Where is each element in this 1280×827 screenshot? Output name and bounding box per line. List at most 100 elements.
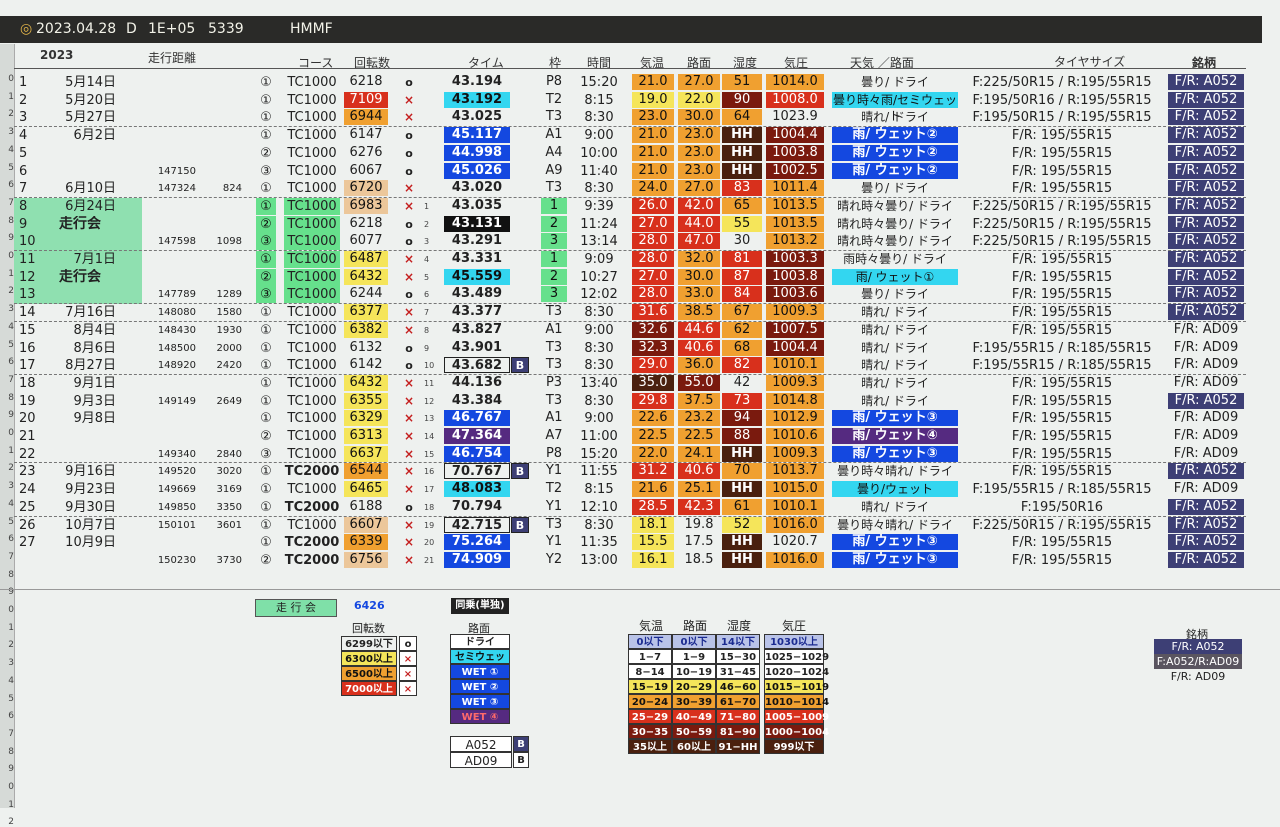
brand: F/R: A052	[1168, 534, 1244, 551]
table-row[interactable]: 3 5月27日 ① TC1000 6944 × 43.025 T3 8:30 23.0 30.0 64…	[14, 109, 1264, 127]
session-number: ①	[260, 393, 272, 409]
table-row[interactable]: 26 10月7日 150101 3601 ① TC1000 6607 × 19 42.715 B T3…	[14, 516, 1264, 535]
row-number: 5	[8, 516, 14, 527]
start-time: 8:30	[584, 358, 614, 374]
table-row[interactable]: 11 7月1日 ① TC1000 6487 × 4 43.331 1 9:09 28.0 32.0 81…	[14, 251, 1264, 269]
brand: F/R: AD09	[1173, 481, 1239, 497]
run-index	[424, 145, 440, 162]
run-date: 8月27日	[65, 358, 116, 374]
run-number: 4	[19, 128, 28, 144]
odometer	[150, 92, 196, 109]
run-index	[424, 127, 440, 144]
table-row[interactable]: 16 8月6日 148500 2000 ① TC1000 6132 o 9 43.901 T3 8:3…	[14, 339, 1264, 358]
humidity: HH	[722, 127, 762, 144]
table-row[interactable]: 19 9月3日 149149 2649 ① TC1000 6355 × 12 43.384 T3 8:…	[14, 392, 1264, 411]
temperature: 21.0	[632, 162, 674, 179]
distance-delta	[210, 127, 242, 144]
table-row[interactable]: 22 149340 2840 ③ TC1000 6637 × 15 46.754 P8 15:20 2…	[14, 445, 1264, 464]
table-row[interactable]: 2 5月20日 ① TC1000 7109 × 43.192 T2 8:15 19.0 22.0 90…	[14, 91, 1264, 123]
table-row[interactable]: 24 9月23日 149669 3169 ① TC1000 6465 × 17 48.083 T2 8…	[14, 481, 1264, 499]
row-number: 8	[8, 392, 14, 403]
row-number: 0	[8, 428, 14, 438]
lap-time: 43.682	[444, 357, 510, 374]
rpm: 7109	[344, 91, 388, 108]
session-number: ①	[260, 517, 272, 533]
table-row[interactable]: 18 9月1日 ① TC1000 6432 × 11 44.136 P3 13:40 35.0 55.…	[14, 374, 1264, 393]
condition-legend-cell: 0以下	[628, 634, 672, 649]
condition-legend-cell: 1−7	[628, 649, 672, 664]
table-row[interactable]: 25 9月30日 149850 3350 ① TC2000 6188 o 18 70.794 Y1 1…	[14, 498, 1264, 517]
lap-time: 45.117	[444, 127, 510, 144]
rpm: 6382	[344, 321, 388, 338]
run-index	[424, 163, 440, 180]
table-row[interactable]: 13 147789 1289 ③ TC1000 6244 o 6 43.489 3 12:02 28.…	[14, 286, 1264, 304]
table-row[interactable]: 9 走行会 ② TC1000 6218 o 2 43.131 2 11:24 27.0 44.0 55 1…	[14, 215, 1264, 234]
run-number: 13	[19, 287, 36, 303]
table-row[interactable]: 27 10月9日 ① TC2000 6339 × 20 75.264 Y1 11:35 15.5 17…	[14, 534, 1264, 552]
rpm: 6720	[344, 180, 388, 197]
weather-road: 曇り時々晴れ/ ドライ	[837, 517, 953, 532]
run-date: 10月9日	[65, 535, 116, 551]
lap-time: 44.136	[451, 374, 503, 390]
table-row[interactable]: 20 9月8日 ① TC1000 6329 × 13 46.767 A1 9:00 22.6 23.2…	[14, 410, 1264, 428]
table-row[interactable]: 10 147598 1098 ③ TC1000 6077 o 3 43.291 3 13:14 28.…	[14, 233, 1264, 251]
run-date	[44, 552, 116, 569]
table-row[interactable]: 14 7月16日 148080 1580 ① TC1000 6377 × 7 43.377 T3 8:…	[14, 304, 1264, 322]
weather-road: 晴れ/ ドライ	[861, 110, 929, 125]
distance-delta	[210, 109, 242, 126]
table-row[interactable]: 7 6月10日 147324 824 ① TC1000 6720 × 43.020 T3 8:30 2…	[14, 180, 1264, 198]
table-row[interactable]: 15 8月4日 148430 1930 ① TC1000 6382 × 8 43.827 A1 9:0…	[14, 321, 1264, 340]
table-row[interactable]: 21 ② TC1000 6313 × 14 47.364 A7 11:00 22.5 22.5 88 1…	[14, 428, 1264, 446]
condition-legend-cell: 1000−1004	[764, 724, 829, 739]
brand: F/R: A052	[1168, 251, 1244, 267]
distance-delta	[210, 534, 242, 551]
weather-road: 雨/ ウェット③	[832, 551, 958, 568]
ng-mark: ×	[399, 651, 417, 666]
course: TC2000	[284, 535, 340, 551]
condition-legend-cell: 35以上	[628, 739, 672, 754]
table-row[interactable]: 8 6月24日 ① TC1000 6983 × 1 43.035 1 9:39 26.0 42.0 65…	[14, 197, 1264, 216]
header-year: 2023	[40, 48, 74, 62]
ng-mark: ×	[403, 110, 415, 125]
odometer	[150, 74, 196, 91]
run-date: 5月27日	[65, 110, 116, 126]
table-row[interactable]: 23 9月16日 149520 3020 ① TC2000 6544 × 16 70.767 B Y1…	[14, 463, 1264, 481]
distance-delta: 2420	[216, 360, 242, 372]
air-pressure: 1013.7	[766, 463, 824, 480]
run-number: 19	[19, 393, 36, 409]
start-time: 10:00	[580, 145, 618, 161]
table-row[interactable]: 12 走行会 ② TC1000 6432 × 5 45.559 2 10:27 27.0 30.0 87…	[14, 268, 1264, 287]
start-time: 8:30	[584, 305, 614, 321]
rpm: 6218	[349, 74, 383, 89]
start-time: 9:00	[584, 411, 614, 427]
tire-size: F/R: 195/55R15	[1011, 128, 1113, 144]
table-row[interactable]: 1 5月14日 ① TC1000 6218 o 43.194 P8 15:20 21.0 27.0 5…	[14, 74, 1264, 92]
odometer	[150, 375, 196, 392]
run-number: 25	[19, 499, 36, 515]
temperature: 29.0	[632, 357, 674, 374]
run-date: 9月1日	[73, 375, 116, 391]
table-row[interactable]: 17 8月27日 148920 2420 ① TC1000 6142 o 10 43.682 B T3…	[14, 357, 1264, 375]
start-time: 13:14	[580, 234, 618, 250]
ok-mark: o	[405, 164, 413, 178]
brand: F/R: A052	[1168, 162, 1244, 179]
session-number: ①	[260, 181, 272, 197]
distance-delta: 3601	[216, 519, 242, 531]
brand: F/R: A052	[1168, 463, 1244, 480]
table-row[interactable]: 4 6月2日 ① TC1000 6147 o 45.117 A1 9:00 21.0 23.0 HH 1…	[14, 127, 1264, 145]
temperature: 31.2	[632, 463, 674, 480]
brand: F/R: A052	[1168, 215, 1244, 232]
spreadsheet[interactable]: 2023 走行距離 コース 回転数 タイム 枠 時間 気温 路面 湿度 気圧 天…	[14, 44, 1264, 589]
ng-mark: ×	[403, 322, 415, 337]
ng-mark: ×	[403, 375, 415, 390]
table-row[interactable]: 150230 3730 ② TC2000 6756 × 21 74.909 Y2 13:00 16.…	[14, 551, 1264, 570]
table-row[interactable]: 6 147150 ③ TC1000 6067 o 45.026 A9 11:40 21.0 23.0…	[14, 162, 1264, 181]
weather-road: 雨時々曇り/ ドライ	[843, 252, 947, 266]
road-temperature: 32.0	[678, 251, 720, 267]
road-temperature: 24.1	[678, 445, 720, 462]
humidity: 83	[722, 180, 762, 197]
tire-size: F/R: 195/55R15	[1011, 375, 1113, 391]
lap-time: 43.827	[451, 321, 503, 337]
humidity: 52	[722, 516, 762, 533]
table-row[interactable]: 5 ② TC1000 6276 o 44.998 A4 10:00 21.0 23.0 HH 1003…	[14, 144, 1264, 163]
